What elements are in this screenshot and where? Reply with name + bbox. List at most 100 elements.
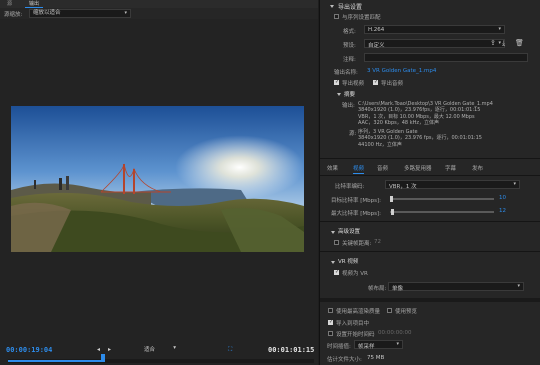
tab-captions[interactable]: 字幕 (445, 164, 456, 174)
max-render-quality-checkbox[interactable] (328, 308, 333, 313)
playhead[interactable] (101, 354, 105, 362)
summary-output-line: VBR，1 次，目标 10.00 Mbps，最大 12.00 Mbps (358, 113, 475, 120)
target-bitrate-value[interactable]: 10 (499, 195, 506, 201)
export-settings-title: 导出设置 (338, 4, 363, 11)
summary-output-label: 输出: (342, 103, 355, 109)
tab-source[interactable]: 源 (3, 0, 16, 8)
fit-select[interactable]: 适合 ▾ (144, 345, 178, 353)
chevron-down-icon: ▾ (124, 10, 127, 16)
chevron-down-icon: ▾ (396, 341, 399, 347)
match-sequence-checkbox[interactable] (334, 14, 339, 19)
vr-view-icon[interactable]: ⛶ (228, 346, 232, 354)
source-scaling-row: 源缩放: 缩放以适合 ▾ (0, 8, 318, 19)
set-start-timecode-label: 设置开始时间码 (336, 332, 375, 338)
video-preview-frame (11, 106, 304, 252)
max-bitrate-value[interactable]: 12 (499, 208, 506, 214)
format-value: H.264 (368, 27, 385, 33)
video-is-vr-label: 视频为 VR (342, 271, 368, 277)
estimated-file-size-value: 75 MB (367, 355, 385, 361)
export-settings-pane: 导出设置 与序列设置匹配 格式: H.264 ▾ 预设: 自定义 ▾ ⇪ ⤓ 🗑… (319, 0, 540, 365)
tab-multiplexer[interactable]: 多路复用器 (404, 164, 432, 174)
mark-in-icon[interactable]: ◂ (97, 346, 100, 353)
timeline-progress (8, 360, 103, 362)
chevron-down-icon: ▾ (173, 345, 176, 351)
import-into-project-label: 导入到项目中 (336, 321, 370, 327)
time-interpolation-value: 帧采样 (358, 344, 375, 350)
save-preset-icon[interactable]: ⇪ (490, 39, 496, 47)
summary-output-line: AAC，320 Kbps，48 kHz，立体声 (358, 119, 439, 126)
bitrate-encoding-value: VBR，1 次 (389, 184, 417, 190)
max-bitrate-slider[interactable] (390, 211, 494, 213)
keyframe-distance-value[interactable]: 72 (374, 239, 381, 245)
export-audio-checkbox[interactable] (373, 79, 378, 85)
comments-field[interactable] (364, 53, 528, 62)
chevron-down-icon: ▾ (513, 181, 516, 187)
divider (320, 175, 540, 176)
tab-effects[interactable]: 效果 (327, 164, 338, 174)
keyframe-distance-label: 关键帧距离: (342, 241, 372, 247)
max-render-quality-label: 使用最高渲染质量 (336, 309, 381, 315)
import-into-project-checkbox[interactable] (328, 319, 333, 325)
preset-select[interactable]: 自定义 ▾ (364, 39, 505, 49)
tab-audio[interactable]: 音频 (377, 164, 388, 174)
delete-preset-icon[interactable]: 🗑 (515, 39, 524, 47)
export-audio-label: 导出音频 (381, 81, 404, 87)
summary-output-line: 3840x1920 (1.0)，23.976fps，逐行，00:01:01:15 (358, 107, 481, 114)
mark-out-icon[interactable]: ▸ (108, 346, 111, 353)
summary-source-line: 3840x1920 (1.0)，23.976 fps，逐行，00:01:01:1… (358, 135, 482, 142)
summary-source-line: 44100 Hz，立体声 (358, 141, 402, 148)
target-bitrate-label: 目标比特率 [Mbps]: (331, 198, 381, 204)
output-name-link[interactable]: 3 VR Golden Gate_1.mp4 (367, 68, 436, 74)
preview-tab-bar: 源 输出 (0, 0, 318, 8)
timeline-track[interactable] (8, 359, 314, 363)
output-name-label: 输出名称: (334, 70, 358, 76)
keyframe-distance-checkbox[interactable] (334, 240, 339, 245)
panel-divider (320, 298, 540, 302)
summary-title: 摘要 (344, 92, 356, 98)
chevron-down-icon: ▾ (498, 26, 501, 32)
divider (320, 158, 540, 159)
comments-label: 注释: (343, 57, 356, 63)
time-interpolation-select[interactable]: 帧采样 ▾ (354, 340, 403, 350)
target-bitrate-slider[interactable] (390, 198, 494, 200)
current-timecode[interactable]: 00:00:19:04 (6, 346, 52, 354)
video-is-vr-checkbox[interactable] (334, 269, 339, 275)
start-timecode-value[interactable]: 00:00:00:00 (378, 330, 412, 336)
frame-layout-label: 帧布局: (368, 286, 387, 292)
use-previews-checkbox[interactable] (387, 308, 392, 313)
collapse-triangle-icon[interactable] (331, 261, 335, 264)
summary-source-label: 源: (349, 131, 357, 137)
collapse-triangle-icon[interactable] (331, 231, 335, 234)
tab-output[interactable]: 输出 (25, 0, 44, 8)
export-video-checkbox[interactable] (334, 79, 339, 85)
duration-timecode: 00:01:01:15 (268, 346, 315, 354)
tab-video[interactable]: 视频 (353, 164, 365, 174)
max-bitrate-knob[interactable] (391, 209, 394, 215)
use-previews-label: 使用预览 (395, 309, 418, 315)
format-label: 格式: (343, 29, 356, 35)
bitrate-encoding-label: 比特率编码: (335, 184, 365, 190)
estimated-file-size-label: 估计文件大小: (327, 357, 362, 363)
panorama-preview-image (11, 106, 304, 252)
tab-publish[interactable]: 发布 (472, 164, 483, 174)
import-preset-icon[interactable]: ⤓ (502, 39, 505, 48)
collapse-triangle-icon[interactable] (337, 93, 341, 96)
vr-video-title: VR 视频 (338, 259, 359, 265)
divider (320, 251, 540, 252)
frame-layout-select[interactable]: 单像 ▾ (388, 282, 524, 292)
set-start-timecode-checkbox[interactable] (328, 331, 333, 336)
fit-select-value: 适合 (144, 347, 156, 353)
chevron-down-icon: ▾ (517, 283, 520, 289)
format-select[interactable]: H.264 ▾ (364, 25, 505, 34)
source-scaling-select[interactable]: 缩放以适合 ▾ (29, 9, 131, 18)
preset-label: 预设: (343, 43, 356, 49)
target-bitrate-knob[interactable] (390, 196, 393, 202)
collapse-triangle-icon[interactable] (330, 5, 334, 8)
export-preview-pane: 源 输出 源缩放: 缩放以适合 ▾ 00:00:19:04 ◂ ▸ 适合 ▾ ⛶… (0, 0, 318, 365)
divider (320, 221, 540, 222)
source-scaling-value: 缩放以适合 (33, 10, 61, 16)
max-bitrate-label: 最大比特率 [Mbps]: (331, 211, 381, 217)
chevron-down-icon: ▾ (498, 40, 501, 46)
match-sequence-label: 与序列设置匹配 (342, 15, 381, 21)
bitrate-encoding-select[interactable]: VBR，1 次 ▾ (385, 180, 520, 190)
